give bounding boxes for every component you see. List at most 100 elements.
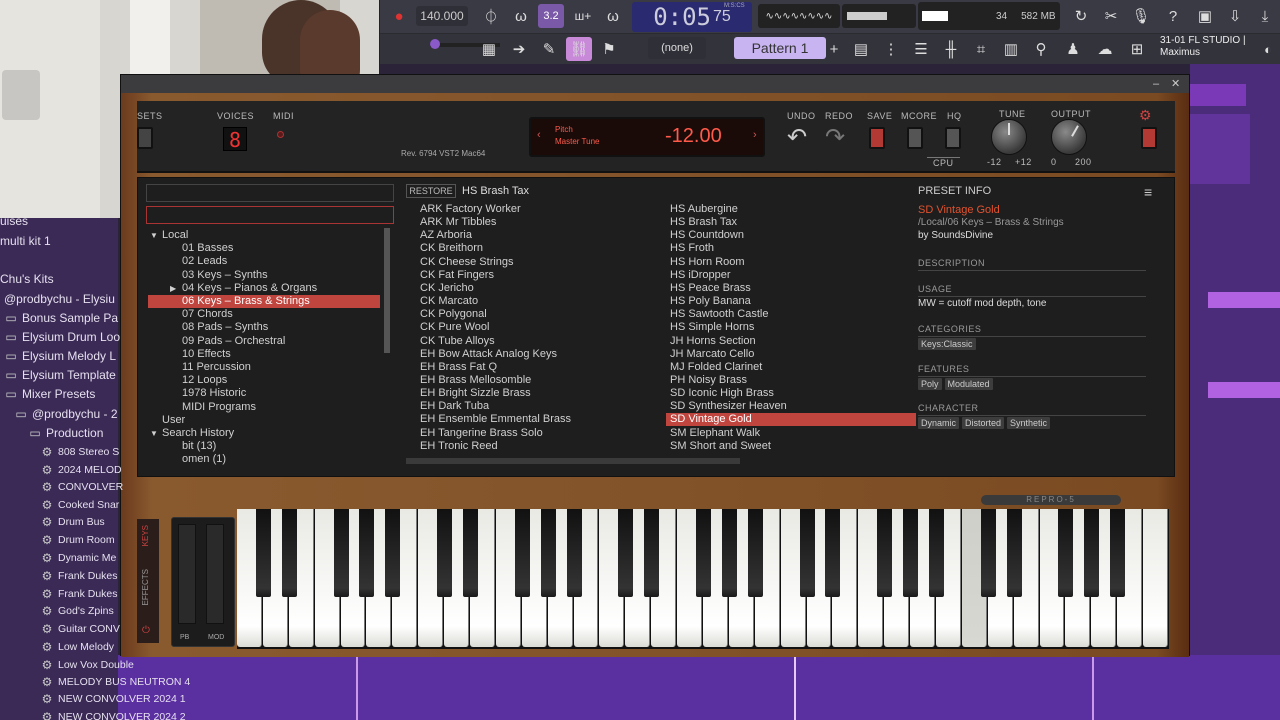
preset-item[interactable]: HS Froth: [670, 242, 714, 255]
tree-item[interactable]: 1978 Historic: [148, 387, 380, 400]
download-icon[interactable]: ⤓: [1252, 4, 1278, 28]
fl-browser-item[interactable]: ⚙ Low Melody: [40, 638, 114, 656]
fl-browser-item[interactable]: ⚙ Dynamic Me: [40, 549, 117, 567]
stamp-icon[interactable]: ⚑: [596, 37, 622, 61]
mod-wheel[interactable]: [206, 524, 224, 624]
tree-item[interactable]: 10 Effects: [148, 348, 380, 361]
preset-item[interactable]: EH Dark Tuba: [420, 400, 489, 413]
news-panel[interactable]: 31-01 FL STUDIO | Maximus: [1160, 35, 1246, 59]
preset-item[interactable]: ARK Factory Worker: [420, 203, 521, 216]
cart-icon[interactable]: ⊞: [1124, 37, 1150, 61]
black-key[interactable]: [514, 509, 530, 597]
tree-item[interactable]: ▼ Search History: [148, 427, 380, 440]
countdown-icon[interactable]: 3.2: [538, 4, 564, 28]
tune-knob[interactable]: [991, 119, 1027, 155]
preset-item[interactable]: HS Countdown: [670, 229, 744, 242]
black-key[interactable]: [644, 509, 660, 597]
help-icon[interactable]: ?: [1160, 4, 1186, 28]
redo-icon[interactable]: ↷: [825, 123, 845, 152]
tree-item[interactable]: 11 Percussion: [148, 361, 380, 374]
display-next-arrow[interactable]: ›: [753, 129, 757, 141]
tree-item[interactable]: ▶ 04 Keys – Pianos & Organs: [148, 282, 380, 295]
playlist-icon[interactable]: ▤: [848, 37, 874, 61]
fl-browser-item[interactable]: ▭ Elysium Drum Loo: [4, 328, 120, 346]
fl-browser-item[interactable]: ⚙ CONVOLVER: [40, 478, 124, 496]
fl-browser-item[interactable]: ▭ Mixer Presets: [4, 385, 95, 403]
preset-item[interactable]: CK Cheese Strings: [420, 256, 514, 269]
black-key[interactable]: [359, 509, 375, 597]
export-icon[interactable]: ⇩: [1222, 4, 1248, 28]
black-key[interactable]: [333, 509, 349, 597]
preset-item[interactable]: HS Simple Horns: [670, 321, 754, 334]
preset-item[interactable]: EH Tangerine Brass Solo: [420, 427, 543, 440]
tree-item[interactable]: 09 Pads – Orchestral: [148, 335, 380, 348]
metronome-icon[interactable]: ⏀: [478, 4, 504, 28]
mcore-button[interactable]: [907, 127, 923, 149]
white-key[interactable]: [1143, 509, 1168, 647]
menu-icon[interactable]: ≡: [1144, 184, 1152, 200]
pattern-preset-select[interactable]: (none): [648, 37, 706, 59]
black-key[interactable]: [1110, 509, 1126, 597]
person-icon[interactable]: ♟: [1060, 37, 1086, 61]
undo-history-icon[interactable]: ↻: [1068, 4, 1094, 28]
cloud-icon[interactable]: ☁: [1092, 37, 1118, 61]
effects-tab[interactable]: EFFECTS: [141, 569, 150, 605]
hq-button[interactable]: [945, 127, 961, 149]
preset-item[interactable]: PH Noisy Brass: [670, 374, 747, 387]
stepseq-icon[interactable]: ⋮: [878, 37, 904, 61]
close-icon[interactable]: ✕: [1171, 75, 1180, 93]
master-volume[interactable]: [842, 4, 916, 28]
fl-browser-item[interactable]: Chu's Kits: [0, 270, 54, 288]
arrow-icon[interactable]: ➔: [506, 37, 532, 61]
tree-item[interactable]: 02 Leads: [148, 255, 380, 268]
tempo-display[interactable]: 140.000: [416, 6, 468, 26]
save-button[interactable]: [869, 127, 885, 149]
preset-item[interactable]: SD Vintage Gold: [666, 413, 916, 427]
display-prev-arrow[interactable]: ‹: [537, 129, 541, 141]
black-key[interactable]: [1084, 509, 1100, 597]
preset-item[interactable]: SD Iconic High Brass: [670, 387, 774, 400]
link-icon[interactable]: ⛓: [566, 37, 592, 61]
fl-browser-item[interactable]: ⚙ 2024 MELOD: [40, 461, 122, 479]
preset-item[interactable]: JH Horns Section: [670, 335, 756, 348]
black-key[interactable]: [721, 509, 737, 597]
preset-item[interactable]: MJ Folded Clarinet: [670, 361, 762, 374]
pen-icon[interactable]: ✎: [536, 37, 562, 61]
black-key[interactable]: [825, 509, 841, 597]
preset-item[interactable]: CK Jericho: [420, 282, 474, 295]
search-field-2[interactable]: [146, 206, 394, 224]
preset-item[interactable]: CK Pure Wool: [420, 321, 490, 334]
expand-icon[interactable]: ▼: [150, 229, 158, 242]
black-key[interactable]: [1058, 509, 1074, 597]
preset-item[interactable]: CK Marcato: [420, 295, 478, 308]
mixer-icon[interactable]: ☰: [908, 37, 934, 61]
preset-item[interactable]: ARK Mr Tibbles: [420, 216, 496, 229]
fl-browser-item[interactable]: uises: [0, 212, 28, 230]
tree-item[interactable]: ▼ Local: [148, 229, 380, 242]
black-key[interactable]: [281, 509, 297, 597]
fl-browser-item[interactable]: ⚙ NEW CONVOLVER 2024 1: [40, 690, 186, 708]
patcher-icon[interactable]: ⌗: [968, 37, 994, 61]
preset-item[interactable]: CK Fat Fingers: [420, 269, 494, 282]
preset-item[interactable]: HS Peace Brass: [670, 282, 751, 295]
minimize-icon[interactable]: –: [1153, 75, 1159, 93]
preset-item[interactable]: CK Breithorn: [420, 242, 483, 255]
plugin-icon[interactable]: ⚲: [1028, 37, 1054, 61]
tools-icon[interactable]: ✂: [1098, 4, 1124, 28]
piano-keyboard[interactable]: [237, 509, 1169, 649]
preset-item[interactable]: HS Brash Tax: [670, 216, 737, 229]
preset-scrollbar[interactable]: [406, 458, 740, 464]
preset-item[interactable]: EH Bow Attack Analog Keys: [420, 348, 557, 361]
black-key[interactable]: [877, 509, 893, 597]
fl-browser-item[interactable]: ▭ @prodbychu - 2: [14, 405, 117, 423]
preset-item[interactable]: JH Marcato Cello: [670, 348, 754, 361]
fl-browser-item[interactable]: ⚙ Frank Dukes: [40, 585, 118, 603]
black-key[interactable]: [903, 509, 919, 597]
fl-browser-item[interactable]: multi kit 1: [0, 232, 51, 250]
preset-item[interactable]: EH Bright Sizzle Brass: [420, 387, 531, 400]
voices-value[interactable]: 8: [223, 127, 247, 152]
fl-browser-item[interactable]: ⚙ Cooked Snar: [40, 496, 120, 514]
preset-item[interactable]: SM Short and Sweet: [670, 440, 771, 453]
fl-browser-item[interactable]: ⚙ MELODY BUS NEUTRON 4: [40, 673, 191, 691]
fl-browser-item[interactable]: ⚙ God's Zpins: [40, 602, 114, 620]
